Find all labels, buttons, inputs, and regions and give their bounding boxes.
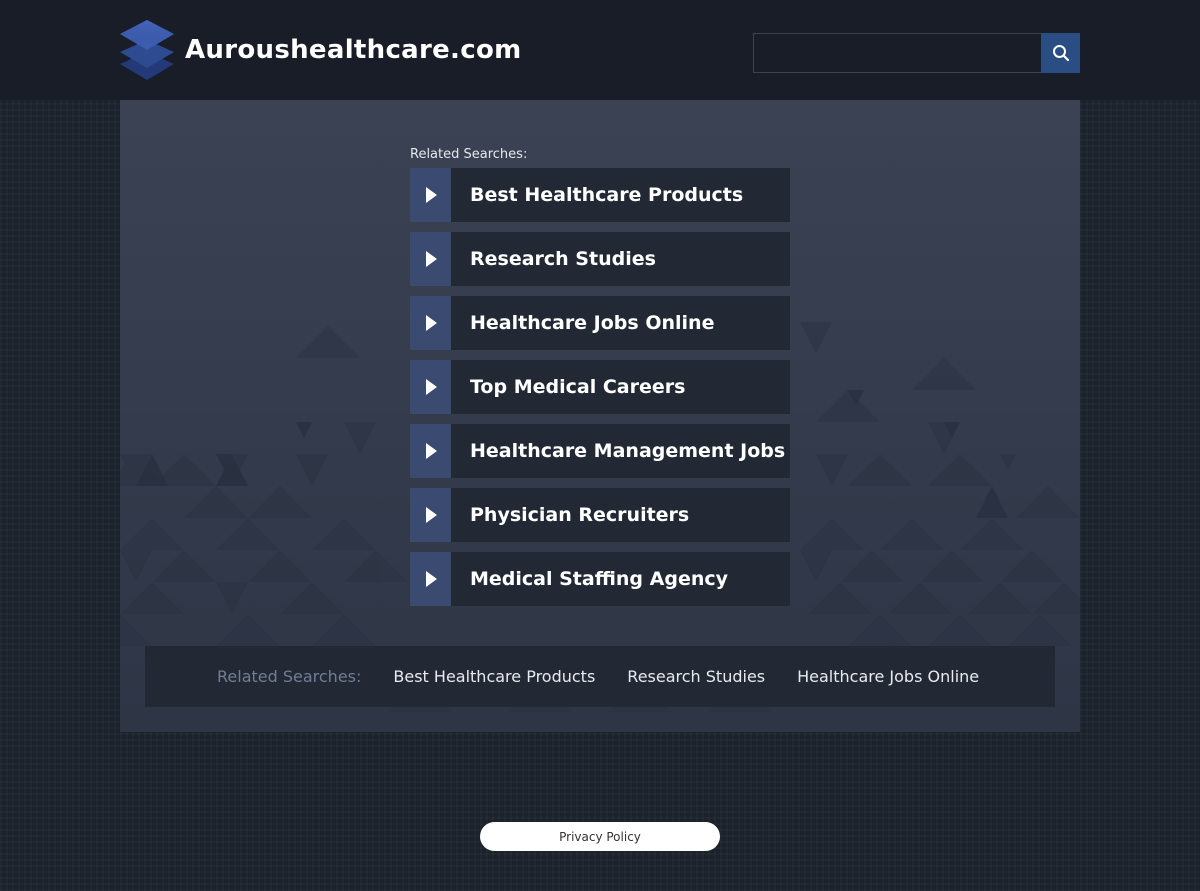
related-search-label[interactable]: Research Studies xyxy=(451,232,656,286)
search-button[interactable] xyxy=(1041,33,1080,73)
bottom-related-link[interactable]: Healthcare Jobs Online xyxy=(797,667,979,686)
privacy-policy-link[interactable]: Privacy Policy xyxy=(480,822,720,851)
bottom-related-link[interactable]: Research Studies xyxy=(627,667,765,686)
play-arrow-icon xyxy=(426,315,437,331)
play-arrow-icon xyxy=(426,379,437,395)
related-search-item[interactable]: Research Studies xyxy=(410,232,790,286)
related-search-label[interactable]: Top Medical Careers xyxy=(451,360,685,414)
related-search-item[interactable]: Top Medical Careers xyxy=(410,360,790,414)
stacked-layers-icon xyxy=(120,20,174,80)
related-search-label[interactable]: Best Healthcare Products xyxy=(451,168,743,222)
site-logo[interactable]: Auroushealthcare.com xyxy=(120,20,522,80)
bottom-related-bar: Related Searches: Best Healthcare Produc… xyxy=(145,646,1055,707)
play-arrow-icon xyxy=(426,251,437,267)
related-search-item[interactable]: Medical Staffing Agency xyxy=(410,552,790,606)
related-search-label[interactable]: Healthcare Management Jobs xyxy=(451,424,785,478)
bottom-related-link[interactable]: Best Healthcare Products xyxy=(393,667,595,686)
site-title[interactable]: Auroushealthcare.com xyxy=(185,35,522,65)
arrow-box xyxy=(410,488,451,542)
related-search-item[interactable]: Healthcare Jobs Online xyxy=(410,296,790,350)
play-arrow-icon xyxy=(426,507,437,523)
related-search-label[interactable]: Medical Staffing Agency xyxy=(451,552,728,606)
arrow-box xyxy=(410,296,451,350)
arrow-box xyxy=(410,168,451,222)
related-search-item[interactable]: Healthcare Management Jobs xyxy=(410,424,790,478)
play-arrow-icon xyxy=(426,443,437,459)
related-search-label[interactable]: Physician Recruiters xyxy=(451,488,689,542)
arrow-box xyxy=(410,232,451,286)
arrow-box xyxy=(410,360,451,414)
related-searches-title: Related Searches: xyxy=(410,147,528,162)
related-searches-list: Best Healthcare Products Research Studie… xyxy=(410,168,790,616)
main-panel: Related Searches: Best Healthcare Produc… xyxy=(120,100,1080,732)
search-form xyxy=(753,33,1080,73)
related-search-item[interactable]: Best Healthcare Products xyxy=(410,168,790,222)
related-search-label[interactable]: Healthcare Jobs Online xyxy=(451,296,714,350)
play-arrow-icon xyxy=(426,571,437,587)
arrow-box xyxy=(410,424,451,478)
arrow-box xyxy=(410,552,451,606)
play-arrow-icon xyxy=(426,187,437,203)
site-header: Auroushealthcare.com xyxy=(0,0,1200,100)
search-input[interactable] xyxy=(753,33,1041,73)
related-search-item[interactable]: Physician Recruiters xyxy=(410,488,790,542)
bottom-bar-title: Related Searches: xyxy=(217,667,362,686)
search-icon xyxy=(1052,45,1069,62)
